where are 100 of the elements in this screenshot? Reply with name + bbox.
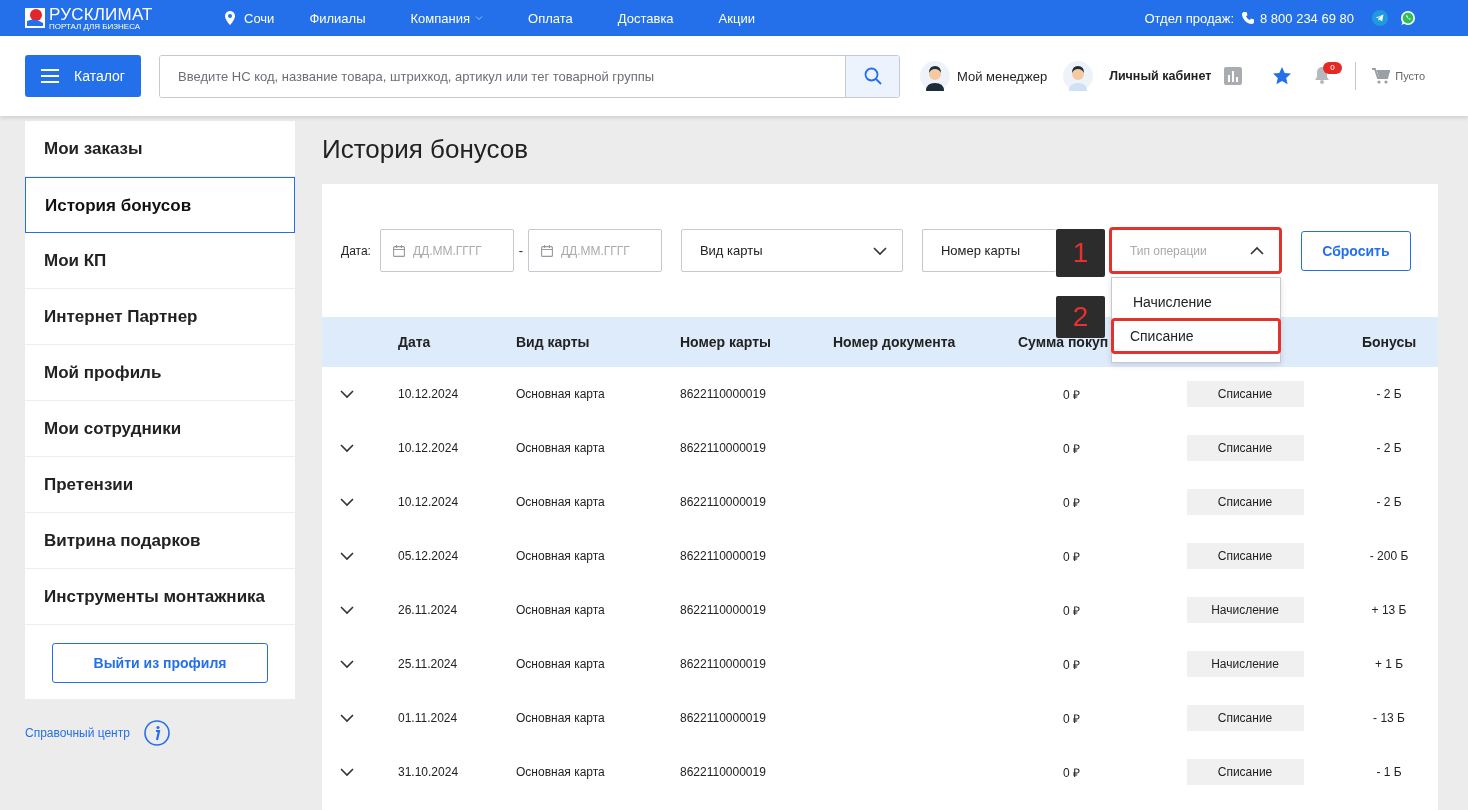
table-cell-text: - 200 Б bbox=[1368, 549, 1410, 563]
table-cell-text: 8622110000019 bbox=[679, 441, 767, 455]
phone-icon bbox=[1242, 12, 1254, 24]
nav-link[interactable]: Филиалы bbox=[309, 10, 366, 26]
table-cell-text: Основная карта bbox=[515, 657, 606, 671]
table-cell-text: Основная карта bbox=[515, 603, 606, 617]
calendar-icon bbox=[540, 244, 553, 257]
table-cell-text: 05.12.2024 bbox=[397, 549, 460, 563]
nav-link[interactable]: Акции bbox=[718, 10, 755, 26]
expand-chevron-icon[interactable] bbox=[339, 765, 355, 779]
table-cell-text: 8622110000019 bbox=[679, 387, 767, 401]
sidebar-item[interactable]: Мои сотрудники bbox=[25, 401, 295, 457]
sidebar-item[interactable]: Мои заказы bbox=[25, 121, 295, 177]
table-cell-text: 0 ₽ bbox=[1062, 386, 1081, 403]
location-pin-icon bbox=[225, 11, 235, 25]
table-cell-text: Основная карта bbox=[515, 387, 606, 401]
operation-tag: Начисление bbox=[1186, 597, 1304, 623]
table-cell-text: 8622110000019 bbox=[679, 495, 767, 509]
sidebar-item[interactable]: Претензии bbox=[25, 457, 295, 513]
calendar-icon bbox=[392, 244, 405, 257]
expand-chevron-icon[interactable] bbox=[339, 387, 355, 401]
table-cell-text: - 1 Б bbox=[1375, 765, 1403, 779]
expand-chevron-icon[interactable] bbox=[339, 603, 355, 617]
table-cell-text: 25.11.2024 bbox=[397, 657, 459, 671]
user-avatar-icon bbox=[1063, 61, 1094, 91]
sidebar-item[interactable]: Витрина подарков bbox=[25, 513, 295, 569]
account-link[interactable]: Личный кабинет bbox=[1063, 61, 1212, 91]
table-cell-text: Основная карта bbox=[515, 711, 606, 725]
annotation-number: 2 bbox=[1056, 296, 1105, 338]
operation-tag: Списание bbox=[1186, 759, 1304, 785]
search-field[interactable]: Введите НС код, название товара, штрихкод, артикул или тег товарной группы bbox=[159, 54, 900, 98]
table-cell-text: - 2 Б bbox=[1375, 495, 1403, 509]
manager-avatar-icon bbox=[920, 61, 950, 91]
column-header: Бонусы bbox=[1360, 334, 1418, 350]
nav-link[interactable]: Компания bbox=[410, 10, 484, 26]
sidebar-item[interactable]: Мои КП bbox=[25, 233, 295, 289]
table-cell-text: 01.11.2024 bbox=[397, 711, 459, 725]
catalog-button[interactable]: Каталог bbox=[25, 55, 141, 97]
table-cell-text: 0 ₽ bbox=[1062, 602, 1081, 619]
search-button[interactable] bbox=[845, 55, 899, 97]
city-link[interactable]: Сочи bbox=[225, 10, 275, 26]
operation-tag: Списание bbox=[1186, 543, 1304, 569]
column-header: Номер документа bbox=[832, 334, 957, 350]
table-cell-text: 8622110000019 bbox=[679, 711, 767, 725]
table-cell-text: - 13 Б bbox=[1372, 711, 1406, 725]
table-cell-text: 8622110000019 bbox=[679, 657, 767, 671]
nav-link[interactable]: Доставка bbox=[617, 10, 674, 26]
table-cell-text: - 2 Б bbox=[1375, 441, 1403, 455]
dropdown-option[interactable]: Списание bbox=[1110, 318, 1281, 354]
expand-chevron-icon[interactable] bbox=[339, 657, 355, 671]
table-cell-text: 0 ₽ bbox=[1062, 710, 1081, 727]
sidebar-item[interactable]: Инструменты монтажника bbox=[25, 569, 295, 625]
table-cell-text: 10.12.2024 bbox=[397, 495, 460, 509]
logout-button[interactable]: Выйти из профиля bbox=[52, 643, 268, 683]
telegram-icon[interactable] bbox=[1372, 10, 1388, 26]
dropdown-option[interactable]: Начисление bbox=[1110, 286, 1281, 318]
whatsapp-icon[interactable] bbox=[1400, 10, 1416, 26]
column-header: Вид карты bbox=[515, 334, 591, 350]
help-link[interactable]: Справочный центр bbox=[25, 726, 130, 740]
logo-name: РУСКЛИМАТ bbox=[49, 5, 153, 23]
table-cell-text: Основная карта bbox=[515, 765, 606, 779]
reset-button[interactable]: Сбросить bbox=[1300, 230, 1411, 271]
table-cell-text: 0 ₽ bbox=[1062, 548, 1081, 565]
expand-chevron-icon[interactable] bbox=[339, 441, 355, 455]
cart-link[interactable]: Пусто bbox=[1372, 68, 1426, 84]
expand-chevron-icon[interactable] bbox=[339, 549, 355, 563]
table-cell-text: 26.11.2024 bbox=[397, 603, 459, 617]
logo-icon bbox=[25, 8, 45, 28]
table-cell-text: 0 ₽ bbox=[1062, 764, 1081, 781]
operation-tag: Списание bbox=[1186, 435, 1304, 461]
sidebar-item[interactable]: Интернет Партнер bbox=[25, 289, 295, 345]
table-cell-text: 8622110000019 bbox=[679, 603, 767, 617]
sidebar-item[interactable]: История бонусов bbox=[25, 177, 295, 233]
sidebar-item[interactable]: Мой профиль bbox=[25, 345, 295, 401]
expand-chevron-icon[interactable] bbox=[339, 711, 355, 725]
info-icon[interactable] bbox=[143, 720, 170, 746]
annotation-number: 1 bbox=[1056, 229, 1105, 277]
menu-icon bbox=[41, 69, 59, 83]
table-cell-text: 0 ₽ bbox=[1062, 440, 1081, 457]
page-title: История бонусов bbox=[322, 134, 530, 164]
expand-chevron-icon[interactable] bbox=[339, 495, 355, 509]
date-separator: - bbox=[517, 243, 525, 258]
operation-tag: Списание bbox=[1186, 489, 1304, 515]
table-cell-text: 31.10.2024 bbox=[397, 765, 460, 779]
phone-link[interactable]: 8 800 234 69 80 bbox=[1242, 10, 1354, 26]
operation-tag: Списание bbox=[1186, 705, 1304, 731]
star-icon[interactable] bbox=[1272, 66, 1293, 86]
date-label: Дата: bbox=[341, 243, 371, 258]
date-field[interactable]: ДД.ММ.ГГГГ bbox=[527, 229, 662, 272]
operation-tag: Списание bbox=[1186, 381, 1304, 407]
operation-tag: Начисление bbox=[1186, 651, 1304, 677]
nav-link[interactable]: Оплата bbox=[528, 10, 573, 26]
sales-label: Отдел продаж: bbox=[1144, 10, 1234, 26]
table-cell-text: 8622110000019 bbox=[679, 549, 767, 563]
table-cell-text: Основная карта bbox=[515, 495, 606, 509]
card-number-select[interactable]: Номер карты bbox=[921, 229, 1056, 272]
date-field[interactable]: ДД.ММ.ГГГГ bbox=[379, 229, 514, 272]
manager-link[interactable]: Мой менеджер bbox=[920, 61, 1048, 91]
search-icon bbox=[863, 67, 882, 85]
card-type-select[interactable]: Вид карты bbox=[680, 229, 903, 272]
